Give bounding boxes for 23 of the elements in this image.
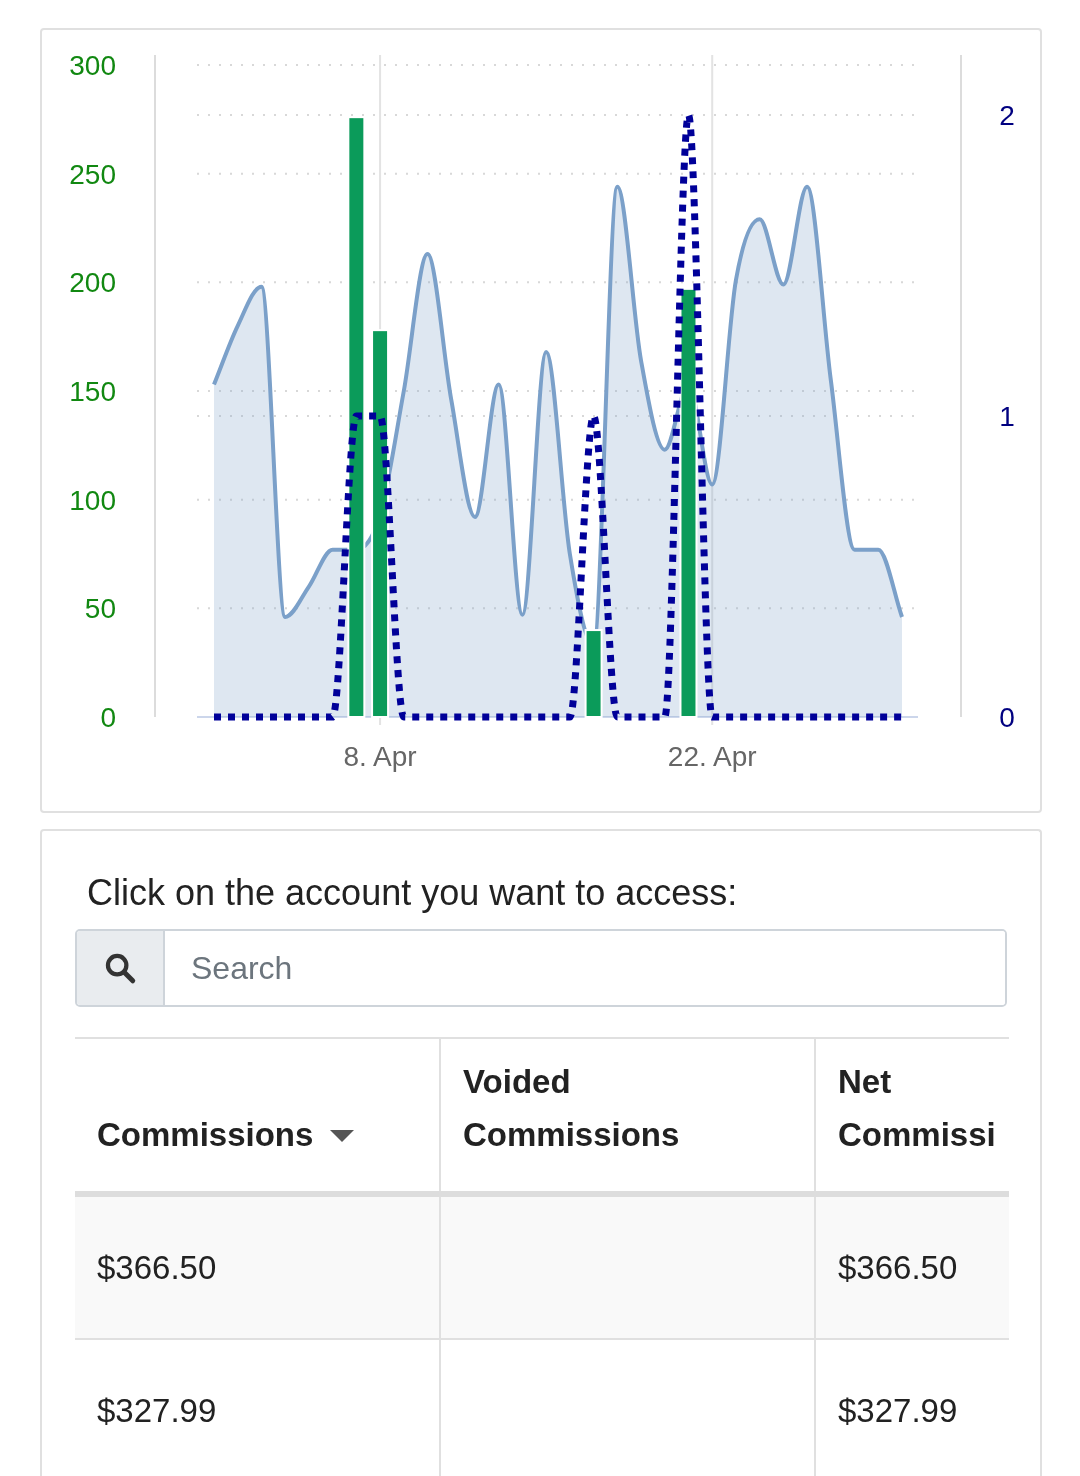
y-axis-label: 0: [100, 702, 116, 733]
column-header[interactable]: Voided Commissions: [441, 1039, 816, 1191]
table-cell: $366.50: [75, 1197, 441, 1338]
y-axis-label: 2: [999, 100, 1015, 131]
x-axis-label: 22. Apr: [667, 741, 757, 772]
y-axis-label: 100: [69, 484, 116, 516]
y-axis-label: 150: [69, 376, 116, 407]
y-axis-label: 250: [69, 158, 116, 190]
y-axis-label: 1: [999, 401, 1015, 432]
column-header[interactable]: Commissions: [75, 1039, 441, 1191]
search-icon: [103, 951, 137, 985]
search-field[interactable]: Search: [75, 929, 1007, 1007]
y-axis-label: 0: [999, 702, 1015, 733]
column-header[interactable]: Net Commissi: [816, 1039, 1009, 1191]
y-axis-label: 200: [69, 267, 116, 299]
sort-caret-icon: [329, 1129, 356, 1143]
table-cell-text: $327.99: [837, 1390, 959, 1431]
table-cell: $327.99: [75, 1340, 441, 1476]
x-axis-label: 8. Apr: [343, 741, 417, 772]
table-cell-text: $366.50: [837, 1247, 959, 1288]
y-axis-label: 300: [69, 50, 116, 81]
y-axis-label: 50: [84, 593, 116, 625]
section-heading: Click on the account you want to access:: [86, 871, 739, 915]
